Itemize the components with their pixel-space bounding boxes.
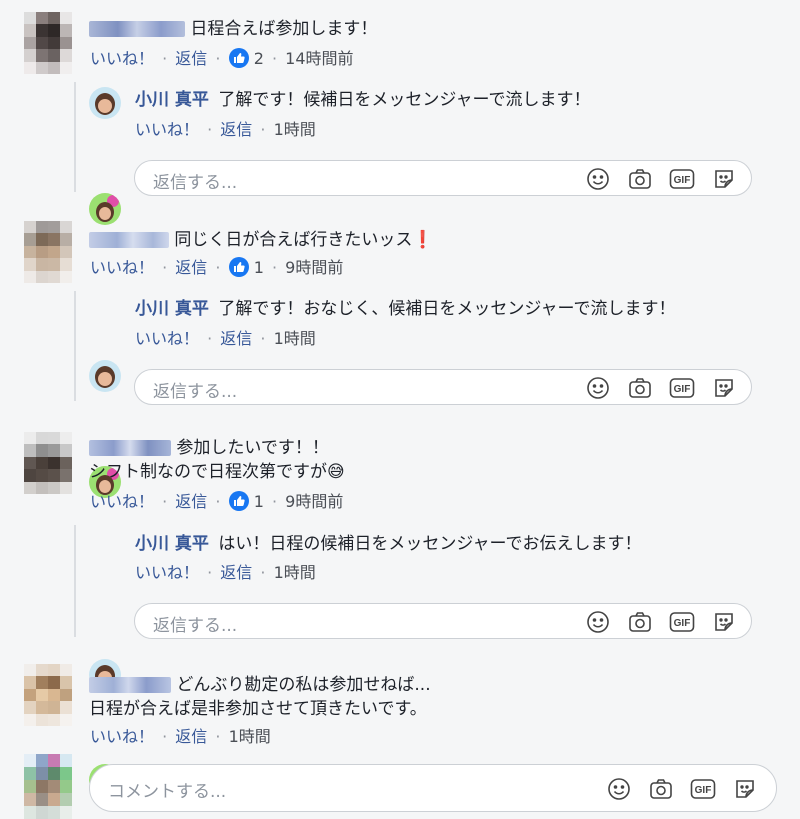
reply-author-name[interactable]: 小川 真平: [135, 90, 209, 110]
reply-body: 小川 真平 はい！日程の候補日をメッセンジャーでお伝えします！: [135, 532, 641, 556]
timestamp[interactable]: 9時間前: [285, 258, 343, 277]
comment-body: 日程合えば参加します！: [89, 17, 377, 41]
comment-body: どんぶり勘定の私は参加せねば...: [89, 673, 431, 697]
reply-body: 小川 真平 了解です！おなじく、候補日をメッセンジャーで流します！: [135, 297, 675, 321]
reply-link[interactable]: 返信: [220, 329, 252, 348]
reply-body: 小川 真平 了解です！候補日をメッセンジャーで流します！: [135, 88, 590, 112]
reply-author-name[interactable]: 小川 真平: [135, 299, 209, 319]
reply-input[interactable]: 返信する... GIF: [134, 160, 752, 196]
sticker-icon[interactable]: [711, 375, 737, 401]
emoji-icon[interactable]: [585, 166, 611, 192]
like-link[interactable]: いいね！: [90, 258, 154, 277]
comment-placeholder: コメントする...: [108, 782, 227, 802]
timestamp[interactable]: 1時間: [274, 329, 316, 348]
svg-text:GIF: GIF: [674, 384, 691, 395]
svg-text:GIF: GIF: [674, 618, 691, 629]
sticker-icon[interactable]: [711, 166, 737, 192]
thread-line: [74, 82, 76, 192]
comment-text-line2: 日程が合えば是非参加させて頂きたいです。: [89, 699, 427, 719]
comment-meta: いいね！ · 返信 · 1 · 9時間前: [90, 257, 344, 277]
like-link[interactable]: いいね！: [90, 727, 154, 746]
comment-body: 参加したいです！！: [89, 436, 329, 460]
reply-author-avatar[interactable]: [89, 360, 121, 392]
sticker-icon[interactable]: [711, 609, 737, 635]
reply-text: はい！日程の候補日をメッセンジャーでお伝えします！: [218, 534, 642, 554]
comment-body: 同じく日が合えば行きたいッス❗: [89, 228, 434, 252]
like-link[interactable]: いいね！: [135, 563, 199, 582]
emoji-icon[interactable]: [585, 609, 611, 635]
like-link[interactable]: いいね！: [90, 492, 154, 511]
camera-icon[interactable]: [648, 776, 674, 802]
comment-text: どんぶり勘定の私は参加せねば...: [176, 675, 431, 695]
gif-icon[interactable]: GIF: [669, 609, 695, 635]
reply-placeholder: 返信する...: [153, 616, 238, 636]
gif-icon[interactable]: GIF: [669, 166, 695, 192]
reply-placeholder: 返信する...: [153, 382, 238, 402]
timestamp[interactable]: 9時間前: [285, 492, 343, 511]
svg-text:GIF: GIF: [674, 175, 691, 186]
comment-meta: いいね！ · 返信 · 1時間: [90, 727, 271, 746]
comment-meta: いいね！ · 返信 · 2 · 14時間前: [90, 48, 354, 68]
comment-text: 同じく日が合えば行きたいッス: [174, 230, 413, 250]
commenter-avatar[interactable]: [24, 432, 72, 494]
camera-icon[interactable]: [627, 609, 653, 635]
reply-link[interactable]: 返信: [175, 49, 207, 68]
commenter-avatar[interactable]: [24, 12, 72, 74]
reply-link[interactable]: 返信: [175, 492, 207, 511]
timestamp[interactable]: 1時間: [274, 120, 316, 139]
gif-icon[interactable]: GIF: [690, 776, 716, 802]
like-thumb-icon[interactable]: [228, 257, 249, 277]
like-count[interactable]: 2: [254, 49, 264, 68]
commenter-name-blurred[interactable]: [89, 677, 171, 693]
commenter-avatar[interactable]: [24, 664, 72, 726]
reply-meta: いいね！ · 返信 · 1時間: [135, 329, 316, 348]
reply-author-name[interactable]: 小川 真平: [135, 534, 209, 554]
gif-icon[interactable]: GIF: [669, 375, 695, 401]
like-link[interactable]: いいね！: [135, 329, 199, 348]
svg-text:GIF: GIF: [695, 785, 712, 796]
timestamp[interactable]: 14時間前: [285, 49, 353, 68]
reply-link[interactable]: 返信: [175, 727, 207, 746]
like-thumb-icon[interactable]: [228, 48, 249, 68]
comment-input[interactable]: コメントする... GIF: [89, 764, 777, 812]
reply-author-avatar[interactable]: [89, 87, 121, 119]
emoji-icon[interactable]: [606, 776, 632, 802]
like-link[interactable]: いいね！: [135, 120, 199, 139]
thread-line: [74, 525, 76, 637]
comment-text: 日程合えば参加します！: [190, 19, 378, 39]
sticker-icon[interactable]: [732, 776, 758, 802]
emoji-icon[interactable]: [585, 375, 611, 401]
like-count[interactable]: 1: [254, 258, 264, 277]
reply-input[interactable]: 返信する... GIF: [134, 369, 752, 405]
camera-icon[interactable]: [627, 375, 653, 401]
reply-text: 了解です！候補日をメッセンジャーで流します！: [218, 90, 591, 110]
comment-meta: いいね！ · 返信 · 1 · 9時間前: [90, 491, 344, 511]
reply-link[interactable]: 返信: [175, 258, 207, 277]
reply-link[interactable]: 返信: [220, 120, 252, 139]
like-thumb-icon[interactable]: [228, 491, 249, 511]
reply-meta: いいね！ · 返信 · 1時間: [135, 563, 316, 582]
timestamp[interactable]: 1時間: [274, 563, 316, 582]
commenter-name-blurred[interactable]: [89, 21, 185, 37]
comment-text: 参加したいです！！: [176, 438, 329, 458]
reply-placeholder: 返信する...: [153, 173, 238, 193]
my-avatar[interactable]: [89, 193, 121, 225]
commenter-avatar[interactable]: [24, 221, 72, 283]
reply-text: 了解です！おなじく、候補日をメッセンジャーで流します！: [218, 299, 676, 319]
timestamp[interactable]: 1時間: [229, 727, 271, 746]
exclamation-emoji: ❗: [412, 230, 434, 250]
like-link[interactable]: いいね！: [90, 49, 154, 68]
reply-input[interactable]: 返信する... GIF: [134, 603, 752, 639]
reply-link[interactable]: 返信: [220, 563, 252, 582]
reply-meta: いいね！ · 返信 · 1時間: [135, 120, 316, 139]
like-count[interactable]: 1: [254, 492, 264, 511]
comment-text-line2: シフト制なので日程次第ですが😅: [89, 462, 345, 482]
thread-line: [74, 291, 76, 401]
camera-icon[interactable]: [627, 166, 653, 192]
my-avatar-large[interactable]: [24, 754, 72, 819]
commenter-name-blurred[interactable]: [89, 440, 171, 456]
commenter-name-blurred[interactable]: [89, 232, 169, 248]
